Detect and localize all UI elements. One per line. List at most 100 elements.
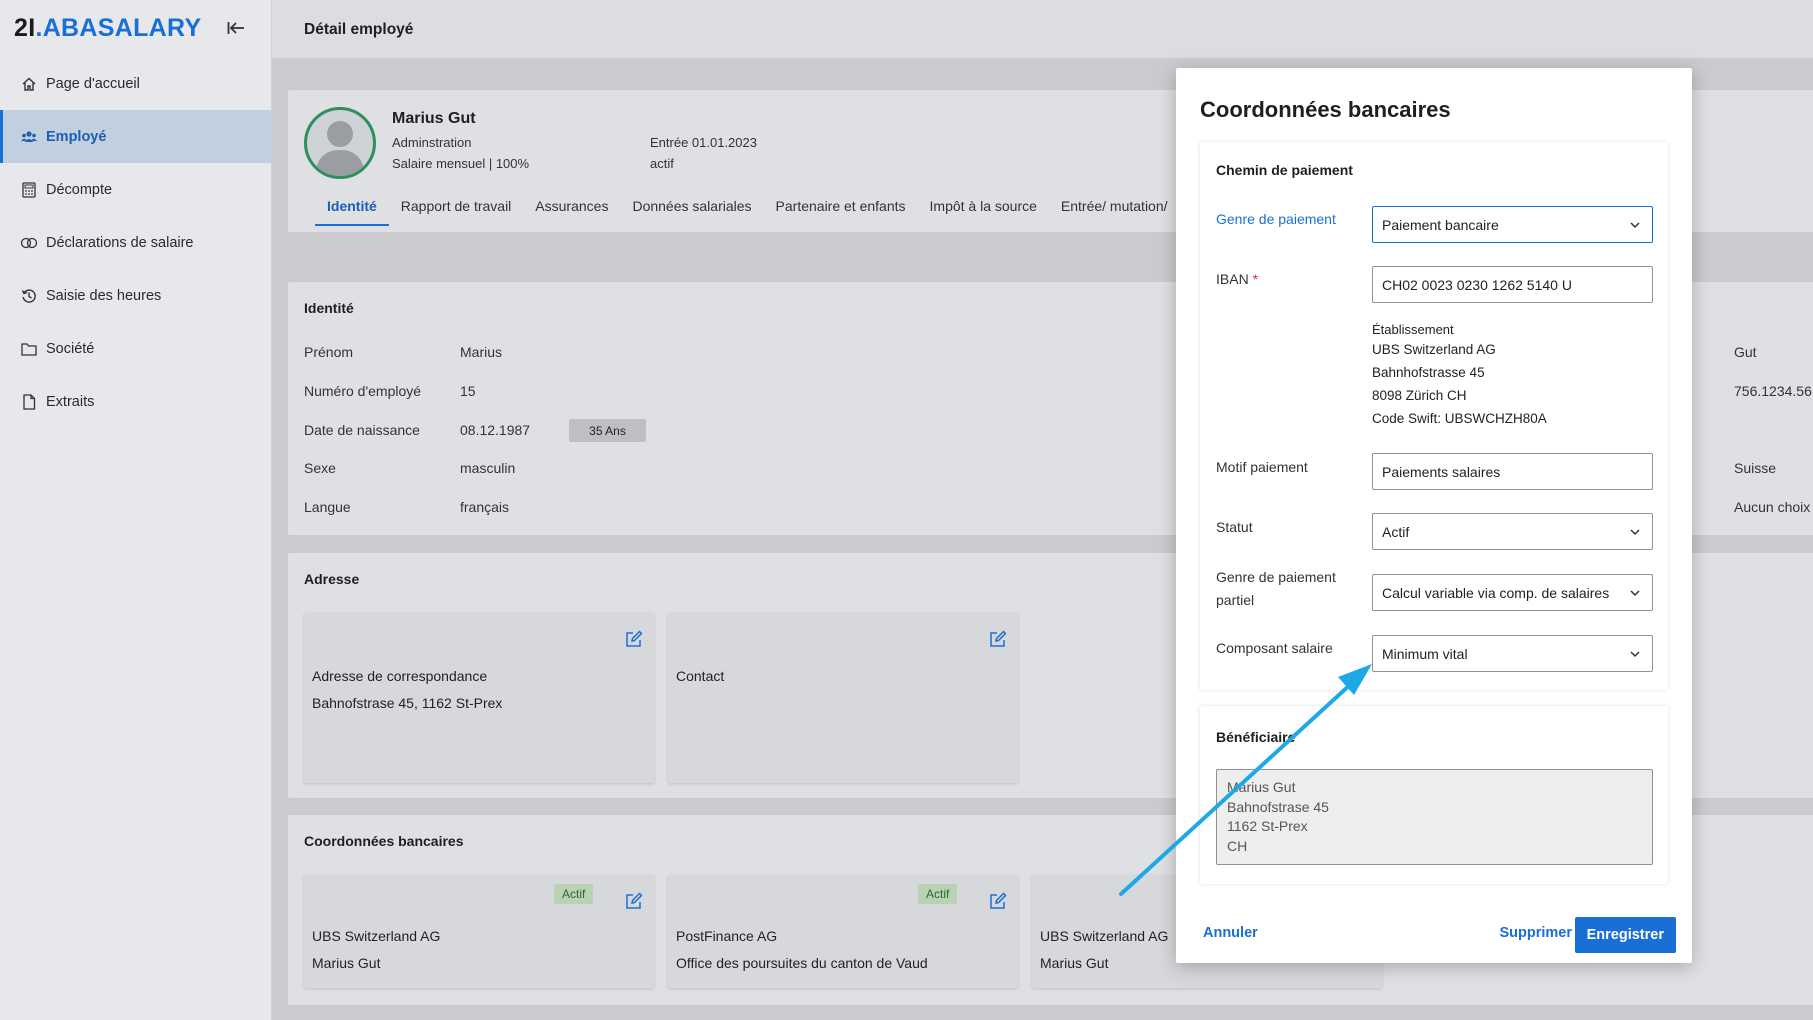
tab-identity[interactable]: Identité (315, 196, 389, 226)
declarations-icon (20, 234, 38, 252)
contact-card[interactable]: Contact (668, 613, 1018, 783)
field-value-language: français (460, 499, 510, 515)
beneficiary-line: CH (1227, 837, 1248, 854)
bank-card[interactable]: Actif PostFinance AG Office des poursuit… (668, 875, 1018, 988)
card-line: UBS Switzerland AG (1040, 928, 1169, 944)
tab-salary-data[interactable]: Données salariales (620, 196, 763, 226)
tab-entry-mutation[interactable]: Entrée/ mutation/ (1049, 196, 1180, 226)
institution-label: Établissement (1372, 322, 1454, 337)
sidebar-item-label: Extraits (46, 393, 95, 410)
sidebar-item-label: Employé (46, 128, 107, 145)
edit-icon[interactable] (624, 891, 644, 911)
chevron-down-icon (1628, 218, 1642, 235)
bank-card[interactable]: Actif UBS Switzerland AG Marius Gut (304, 875, 654, 988)
iban-input[interactable]: CH02 0023 0230 1262 5140 U (1372, 266, 1653, 303)
tab-insurances[interactable]: Assurances (523, 196, 620, 226)
beneficiary-section: Bénéficiaire Marius Gut Bahnofstrase 45 … (1200, 706, 1668, 884)
reason-input[interactable]: Paiements salaires (1372, 453, 1653, 490)
payment-path-section: Chemin de paiement Genre de paiement Pai… (1200, 142, 1668, 690)
input-value: CH02 0023 0230 1262 5140 U (1382, 276, 1572, 293)
sidebar-item-label: Décompte (46, 181, 113, 198)
section-title: Chemin de paiement (1216, 162, 1353, 178)
bank-details-dialog: Coordonnées bancaires Chemin de paiement… (1176, 68, 1692, 963)
save-button[interactable]: Enregistrer (1574, 917, 1676, 953)
card-line: Adresse de correspondance (312, 668, 488, 684)
sidebar-item-label: Page d'accueil (46, 75, 140, 92)
field-label-language: Langue (304, 499, 351, 515)
chevron-down-icon (1628, 586, 1642, 603)
sidebar-nav: Page d'accueil Employé Décompte Déclarat… (0, 57, 272, 428)
collapse-sidebar-icon[interactable] (224, 16, 248, 40)
section-title: Adresse (304, 571, 360, 587)
folder-icon (20, 340, 38, 358)
card-line: Office des poursuites du canton de Vaud (676, 955, 928, 971)
dialog-title: Coordonnées bancaires (1200, 97, 1451, 122)
address-card[interactable]: Adresse de correspondance Bahnofstrase 4… (304, 613, 654, 783)
sidebar-item-home[interactable]: Page d'accueil (0, 57, 272, 110)
app-logo[interactable]: 2I.ABASALARY (14, 14, 201, 43)
employee-name: Marius Gut (392, 110, 476, 127)
edit-icon[interactable] (988, 629, 1008, 649)
sidebar-item-declarations[interactable]: Déclarations de salaire (0, 216, 272, 269)
field-value-sex: masculin (460, 460, 516, 476)
select-value: Calcul variable via comp. de salaires (1382, 584, 1610, 601)
section-title: Identité (304, 300, 354, 316)
status-select[interactable]: Actif (1372, 513, 1653, 550)
sidebar-item-label: Déclarations de salaire (46, 234, 194, 251)
cancel-button[interactable]: Annuler (1195, 917, 1266, 949)
employee-department: Adminstration (392, 135, 472, 150)
home-icon (20, 75, 38, 93)
select-value: Paiement bancaire (1382, 216, 1499, 233)
payment-type-select[interactable]: Paiement bancaire (1372, 206, 1653, 243)
sidebar-item-time-entry[interactable]: Saisie des heures (0, 269, 272, 322)
institution-name: UBS Switzerland AG (1372, 342, 1496, 357)
age-badge: 35 Ans (569, 419, 646, 442)
field-label-birth-date: Date de naissance (304, 422, 420, 438)
beneficiary-line: Marius Gut (1227, 779, 1296, 795)
avatar (304, 107, 376, 179)
chevron-down-icon (1628, 647, 1642, 664)
delete-button[interactable]: Supprimer (1491, 917, 1580, 949)
beneficiary-line: 1162 St-Prex (1227, 818, 1308, 834)
page-title: Détail employé (304, 21, 414, 38)
institution-swift: Code Swift: UBSWCHZH80A (1372, 411, 1547, 426)
card-line: PostFinance AG (676, 928, 778, 944)
field-label-sex: Sexe (304, 460, 336, 476)
tab-partner-children[interactable]: Partenaire et enfants (764, 196, 918, 226)
beneficiary-address-box: Marius Gut Bahnofstrase 45 1162 St-Prex … (1216, 769, 1653, 865)
sidebar-item-company[interactable]: Société (0, 322, 272, 375)
card-line: Marius Gut (1040, 955, 1109, 971)
status-label: Statut (1216, 519, 1253, 535)
salary-component-select[interactable]: Minimum vital (1372, 635, 1653, 672)
payment-type-label: Genre de paiement (1216, 211, 1336, 227)
institution-street: Bahnhofstrasse 45 (1372, 365, 1485, 380)
edit-icon[interactable] (624, 629, 644, 649)
reason-label: Motif paiement (1216, 459, 1308, 475)
calculator-icon (20, 181, 38, 199)
edit-icon[interactable] (988, 891, 1008, 911)
tab-work-report[interactable]: Rapport de travail (389, 196, 524, 226)
employee-entry-date: Entrée 01.01.2023 (650, 135, 757, 150)
salary-component-label: Composant salaire (1216, 640, 1333, 656)
required-asterisk: * (1252, 271, 1259, 287)
sidebar: 2I.ABASALARY Page d'accueil Employé Déco… (0, 0, 272, 1020)
file-icon (20, 393, 38, 411)
sidebar-item-statement[interactable]: Décompte (0, 163, 272, 216)
beneficiary-line: Bahnofstrase 45 (1227, 798, 1329, 815)
tab-withholding-tax[interactable]: Impôt à la source (918, 196, 1049, 226)
card-line: Bahnofstrase 45, 1162 St-Prex (312, 695, 503, 711)
field-label-first-name: Prénom (304, 344, 354, 360)
institution-info: Établissement UBS Switzerland AG Bahnhof… (1372, 321, 1547, 430)
employee-salary: Salaire mensuel | 100% (392, 156, 530, 171)
field-value-choice: Aucun choix (1734, 499, 1811, 515)
card-line: Contact (676, 668, 725, 684)
card-line: UBS Switzerland AG (312, 928, 441, 944)
partial-payment-select[interactable]: Calcul variable via comp. de salaires (1372, 574, 1653, 611)
users-icon (20, 128, 38, 146)
institution-city: 8098 Zürich CH (1372, 388, 1467, 403)
field-value-employee-number: 15 (460, 383, 476, 399)
sidebar-item-employee[interactable]: Employé (0, 110, 272, 163)
field-value-first-name: Marius (460, 344, 503, 360)
sidebar-item-extracts[interactable]: Extraits (0, 375, 272, 428)
partial-payment-label: Genre de paiement partiel (1216, 569, 1336, 608)
